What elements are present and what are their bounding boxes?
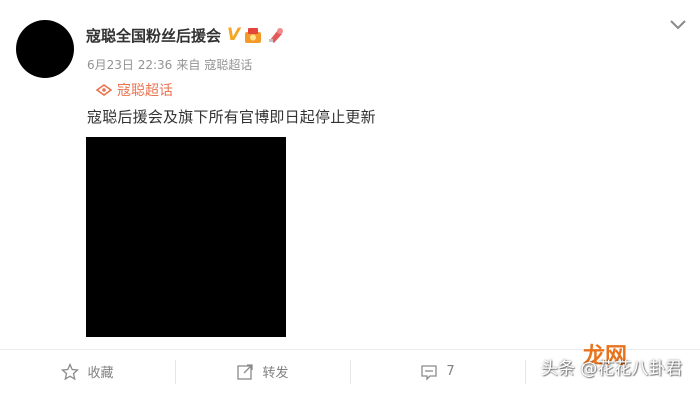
supertopic-label: 寇聪超话 [117, 83, 173, 99]
post-meta: 6月23日 22:36 来自 寇聪超话 [87, 56, 256, 73]
supertopic-link[interactable]: 寇聪超话 [96, 80, 173, 100]
medal-icon[interactable] [243, 26, 263, 44]
chevron-down-icon[interactable] [668, 18, 688, 32]
source-link[interactable]: 寇聪超话 [204, 58, 252, 72]
post-image[interactable] [86, 137, 286, 337]
post-date[interactable]: 6月23日 22:36 [87, 58, 172, 72]
username[interactable]: 寇聪全国粉丝后援会 [86, 25, 221, 46]
post-header: 寇聪全国粉丝后援会 V [86, 22, 286, 48]
watermark: 头条 @花花八卦君 [541, 359, 683, 379]
source-prefix: 来自 [176, 58, 201, 72]
repost-icon [237, 363, 254, 380]
comment-icon [421, 364, 438, 381]
supertopic-icon [96, 84, 112, 96]
avatar[interactable] [16, 20, 74, 78]
star-icon [61, 362, 80, 380]
comment-count: 7 [446, 364, 455, 379]
favorite-button[interactable]: 收藏 [0, 350, 175, 393]
fan-badge-icon[interactable] [266, 26, 286, 44]
post-text: 寇聪后援会及旗下所有官博即日起停止更新 [87, 108, 376, 126]
comment-button[interactable]: 7 [350, 350, 525, 393]
vip-icon[interactable]: V [227, 25, 240, 45]
favorite-label: 收藏 [87, 366, 114, 381]
repost-label: 转发 [262, 366, 289, 381]
repost-button[interactable]: 转发 [175, 350, 350, 393]
